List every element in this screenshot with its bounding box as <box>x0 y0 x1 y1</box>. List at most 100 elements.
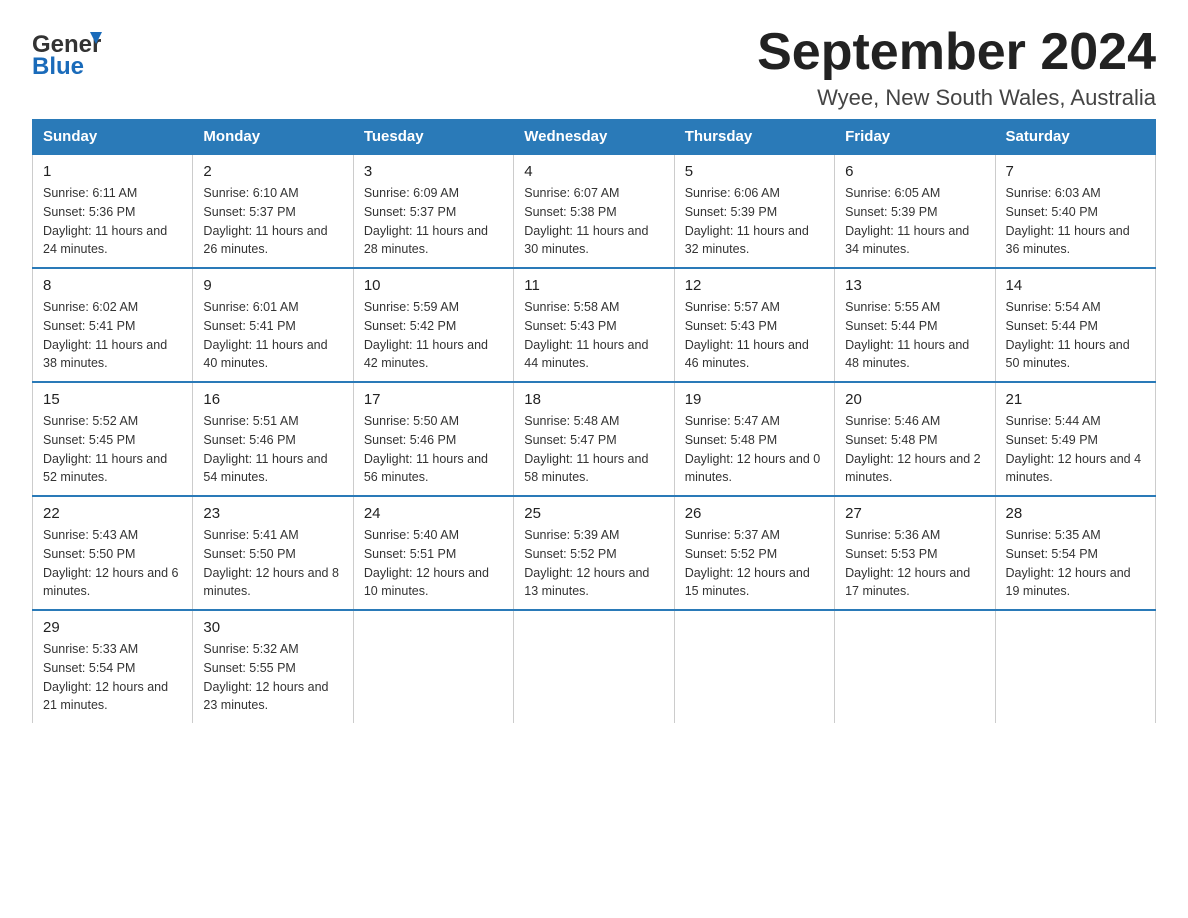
day-info: Sunrise: 5:50 AMSunset: 5:46 PMDaylight:… <box>364 412 503 487</box>
calendar-week-row: 1 Sunrise: 6:11 AMSunset: 5:36 PMDayligh… <box>33 154 1156 268</box>
day-info: Sunrise: 5:54 AMSunset: 5:44 PMDaylight:… <box>1006 298 1145 373</box>
day-info: Sunrise: 5:47 AMSunset: 5:48 PMDaylight:… <box>685 412 824 487</box>
day-info: Sunrise: 6:03 AMSunset: 5:40 PMDaylight:… <box>1006 184 1145 259</box>
day-info: Sunrise: 5:48 AMSunset: 5:47 PMDaylight:… <box>524 412 663 487</box>
day-number: 21 <box>1006 391 1145 408</box>
day-number: 13 <box>845 277 984 294</box>
day-info: Sunrise: 5:36 AMSunset: 5:53 PMDaylight:… <box>845 526 984 601</box>
table-row: 1 Sunrise: 6:11 AMSunset: 5:36 PMDayligh… <box>33 154 193 268</box>
table-row: 2 Sunrise: 6:10 AMSunset: 5:37 PMDayligh… <box>193 154 353 268</box>
day-number: 2 <box>203 163 342 180</box>
table-row: 14 Sunrise: 5:54 AMSunset: 5:44 PMDaylig… <box>995 268 1155 382</box>
table-row: 10 Sunrise: 5:59 AMSunset: 5:42 PMDaylig… <box>353 268 513 382</box>
day-number: 19 <box>685 391 824 408</box>
table-row: 4 Sunrise: 6:07 AMSunset: 5:38 PMDayligh… <box>514 154 674 268</box>
day-info: Sunrise: 5:37 AMSunset: 5:52 PMDaylight:… <box>685 526 824 601</box>
day-info: Sunrise: 6:11 AMSunset: 5:36 PMDaylight:… <box>43 184 182 259</box>
day-info: Sunrise: 5:41 AMSunset: 5:50 PMDaylight:… <box>203 526 342 601</box>
day-number: 15 <box>43 391 182 408</box>
col-wednesday: Wednesday <box>514 120 674 155</box>
table-row: 12 Sunrise: 5:57 AMSunset: 5:43 PMDaylig… <box>674 268 834 382</box>
svg-text:Blue: Blue <box>32 53 84 79</box>
table-row: 5 Sunrise: 6:06 AMSunset: 5:39 PMDayligh… <box>674 154 834 268</box>
day-number: 14 <box>1006 277 1145 294</box>
calendar-table: Sunday Monday Tuesday Wednesday Thursday… <box>32 119 1156 723</box>
table-row: 22 Sunrise: 5:43 AMSunset: 5:50 PMDaylig… <box>33 496 193 610</box>
day-info: Sunrise: 6:02 AMSunset: 5:41 PMDaylight:… <box>43 298 182 373</box>
day-number: 16 <box>203 391 342 408</box>
day-number: 7 <box>1006 163 1145 180</box>
day-info: Sunrise: 5:33 AMSunset: 5:54 PMDaylight:… <box>43 640 182 715</box>
day-number: 3 <box>364 163 503 180</box>
table-row <box>674 610 834 723</box>
day-info: Sunrise: 6:05 AMSunset: 5:39 PMDaylight:… <box>845 184 984 259</box>
col-thursday: Thursday <box>674 120 834 155</box>
day-number: 27 <box>845 505 984 522</box>
col-tuesday: Tuesday <box>353 120 513 155</box>
table-row: 17 Sunrise: 5:50 AMSunset: 5:46 PMDaylig… <box>353 382 513 496</box>
table-row <box>514 610 674 723</box>
table-row: 27 Sunrise: 5:36 AMSunset: 5:53 PMDaylig… <box>835 496 995 610</box>
day-number: 26 <box>685 505 824 522</box>
table-row: 21 Sunrise: 5:44 AMSunset: 5:49 PMDaylig… <box>995 382 1155 496</box>
day-info: Sunrise: 5:58 AMSunset: 5:43 PMDaylight:… <box>524 298 663 373</box>
day-number: 28 <box>1006 505 1145 522</box>
day-info: Sunrise: 5:40 AMSunset: 5:51 PMDaylight:… <box>364 526 503 601</box>
calendar-week-row: 29 Sunrise: 5:33 AMSunset: 5:54 PMDaylig… <box>33 610 1156 723</box>
day-info: Sunrise: 6:06 AMSunset: 5:39 PMDaylight:… <box>685 184 824 259</box>
day-number: 4 <box>524 163 663 180</box>
table-row: 3 Sunrise: 6:09 AMSunset: 5:37 PMDayligh… <box>353 154 513 268</box>
table-row: 26 Sunrise: 5:37 AMSunset: 5:52 PMDaylig… <box>674 496 834 610</box>
day-info: Sunrise: 6:09 AMSunset: 5:37 PMDaylight:… <box>364 184 503 259</box>
table-row <box>995 610 1155 723</box>
table-row: 8 Sunrise: 6:02 AMSunset: 5:41 PMDayligh… <box>33 268 193 382</box>
logo: General Blue <box>32 24 102 79</box>
col-sunday: Sunday <box>33 120 193 155</box>
day-info: Sunrise: 5:57 AMSunset: 5:43 PMDaylight:… <box>685 298 824 373</box>
table-row <box>353 610 513 723</box>
day-number: 10 <box>364 277 503 294</box>
day-number: 9 <box>203 277 342 294</box>
calendar-title: September 2024 <box>757 24 1156 81</box>
day-number: 20 <box>845 391 984 408</box>
day-info: Sunrise: 5:44 AMSunset: 5:49 PMDaylight:… <box>1006 412 1145 487</box>
day-number: 5 <box>685 163 824 180</box>
day-number: 29 <box>43 619 182 636</box>
table-row <box>835 610 995 723</box>
table-row: 19 Sunrise: 5:47 AMSunset: 5:48 PMDaylig… <box>674 382 834 496</box>
table-row: 16 Sunrise: 5:51 AMSunset: 5:46 PMDaylig… <box>193 382 353 496</box>
title-block: September 2024 Wyee, New South Wales, Au… <box>757 24 1156 111</box>
day-info: Sunrise: 6:07 AMSunset: 5:38 PMDaylight:… <box>524 184 663 259</box>
day-number: 17 <box>364 391 503 408</box>
calendar-week-row: 15 Sunrise: 5:52 AMSunset: 5:45 PMDaylig… <box>33 382 1156 496</box>
table-row: 11 Sunrise: 5:58 AMSunset: 5:43 PMDaylig… <box>514 268 674 382</box>
page-header: General Blue September 2024 Wyee, New So… <box>32 24 1156 111</box>
day-number: 24 <box>364 505 503 522</box>
day-info: Sunrise: 5:55 AMSunset: 5:44 PMDaylight:… <box>845 298 984 373</box>
day-info: Sunrise: 5:43 AMSunset: 5:50 PMDaylight:… <box>43 526 182 601</box>
day-info: Sunrise: 5:32 AMSunset: 5:55 PMDaylight:… <box>203 640 342 715</box>
day-info: Sunrise: 5:46 AMSunset: 5:48 PMDaylight:… <box>845 412 984 487</box>
table-row: 13 Sunrise: 5:55 AMSunset: 5:44 PMDaylig… <box>835 268 995 382</box>
calendar-week-row: 22 Sunrise: 5:43 AMSunset: 5:50 PMDaylig… <box>33 496 1156 610</box>
calendar-location: Wyee, New South Wales, Australia <box>757 85 1156 111</box>
day-number: 22 <box>43 505 182 522</box>
table-row: 24 Sunrise: 5:40 AMSunset: 5:51 PMDaylig… <box>353 496 513 610</box>
day-number: 8 <box>43 277 182 294</box>
day-info: Sunrise: 5:35 AMSunset: 5:54 PMDaylight:… <box>1006 526 1145 601</box>
day-info: Sunrise: 6:10 AMSunset: 5:37 PMDaylight:… <box>203 184 342 259</box>
table-row: 15 Sunrise: 5:52 AMSunset: 5:45 PMDaylig… <box>33 382 193 496</box>
day-number: 23 <box>203 505 342 522</box>
table-row: 23 Sunrise: 5:41 AMSunset: 5:50 PMDaylig… <box>193 496 353 610</box>
day-number: 30 <box>203 619 342 636</box>
day-number: 18 <box>524 391 663 408</box>
day-info: Sunrise: 5:51 AMSunset: 5:46 PMDaylight:… <box>203 412 342 487</box>
table-row: 6 Sunrise: 6:05 AMSunset: 5:39 PMDayligh… <box>835 154 995 268</box>
table-row: 25 Sunrise: 5:39 AMSunset: 5:52 PMDaylig… <box>514 496 674 610</box>
day-number: 1 <box>43 163 182 180</box>
table-row: 9 Sunrise: 6:01 AMSunset: 5:41 PMDayligh… <box>193 268 353 382</box>
day-number: 11 <box>524 277 663 294</box>
table-row: 7 Sunrise: 6:03 AMSunset: 5:40 PMDayligh… <box>995 154 1155 268</box>
day-number: 6 <box>845 163 984 180</box>
col-friday: Friday <box>835 120 995 155</box>
